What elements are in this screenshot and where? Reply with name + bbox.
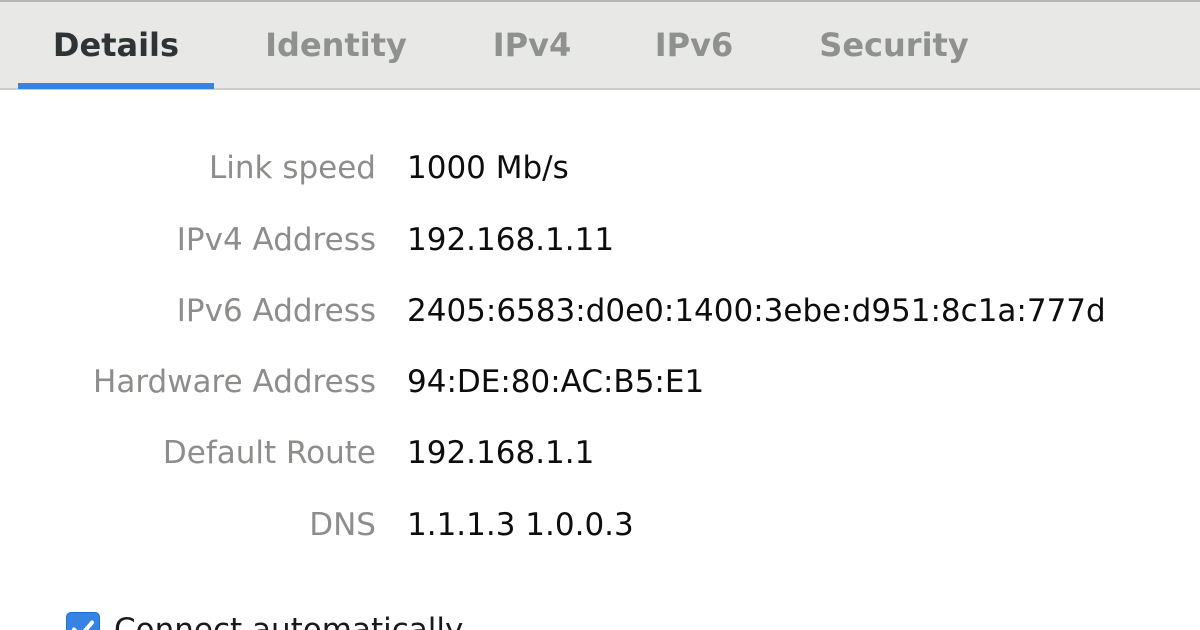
tab-security-label: Security	[819, 26, 969, 64]
tab-security[interactable]: Security	[794, 2, 994, 88]
detail-row-ipv4-address: IPv4 Address 192.168.1.11	[0, 214, 1200, 266]
connect-automatically-checkbox[interactable]	[66, 612, 100, 630]
hardware-address-value: 94:DE:80:AC:B5:E1	[407, 364, 705, 400]
tab-details-label: Details	[52, 26, 180, 64]
default-route-value: 192.168.1.1	[407, 435, 595, 471]
detail-row-dns: DNS 1.1.1.3 1.0.0.3	[0, 499, 1200, 551]
detail-row-link-speed: Link speed 1000 Mb/s	[0, 142, 1200, 194]
tab-identity-label: Identity	[265, 26, 407, 64]
tab-ipv4[interactable]: IPv4	[470, 2, 594, 88]
dns-label: DNS	[309, 507, 376, 543]
default-route-label: Default Route	[162, 435, 376, 471]
tab-ipv4-label: IPv4	[492, 26, 572, 64]
tab-identity[interactable]: Identity	[240, 2, 432, 88]
connect-automatically-row[interactable]: Connect automatically	[66, 610, 666, 630]
active-tab-indicator	[18, 83, 214, 89]
checkmark-icon	[72, 620, 94, 630]
link-speed-value: 1000 Mb/s	[407, 150, 569, 186]
tab-bar: Details Identity IPv4 IPv6 Security	[0, 2, 1200, 90]
detail-row-hardware-address: Hardware Address 94:DE:80:AC:B5:E1	[0, 356, 1200, 408]
details-panel: Link speed 1000 Mb/s IPv4 Address 192.16…	[0, 90, 1200, 630]
link-speed-label: Link speed	[209, 150, 376, 186]
connect-automatically-label[interactable]: Connect automatically	[114, 610, 463, 630]
tab-details[interactable]: Details	[18, 2, 214, 89]
hardware-address-label: Hardware Address	[93, 364, 376, 400]
tab-ipv6[interactable]: IPv6	[632, 2, 756, 88]
ipv4-address-label: IPv4 Address	[176, 222, 376, 258]
ipv6-address-label: IPv6 Address	[176, 293, 376, 329]
network-settings-window: Details Identity IPv4 IPv6 Security Link…	[0, 0, 1200, 630]
ipv4-address-value: 192.168.1.11	[407, 222, 615, 258]
ipv6-address-value: 2405:6583:d0e0:1400:3ebe:d951:8c1a:777d	[407, 293, 1106, 329]
detail-row-default-route: Default Route 192.168.1.1	[0, 427, 1200, 479]
detail-row-ipv6-address: IPv6 Address 2405:6583:d0e0:1400:3ebe:d9…	[0, 285, 1200, 337]
dns-value: 1.1.1.3 1.0.0.3	[407, 507, 634, 543]
tab-ipv6-label: IPv6	[654, 26, 734, 64]
